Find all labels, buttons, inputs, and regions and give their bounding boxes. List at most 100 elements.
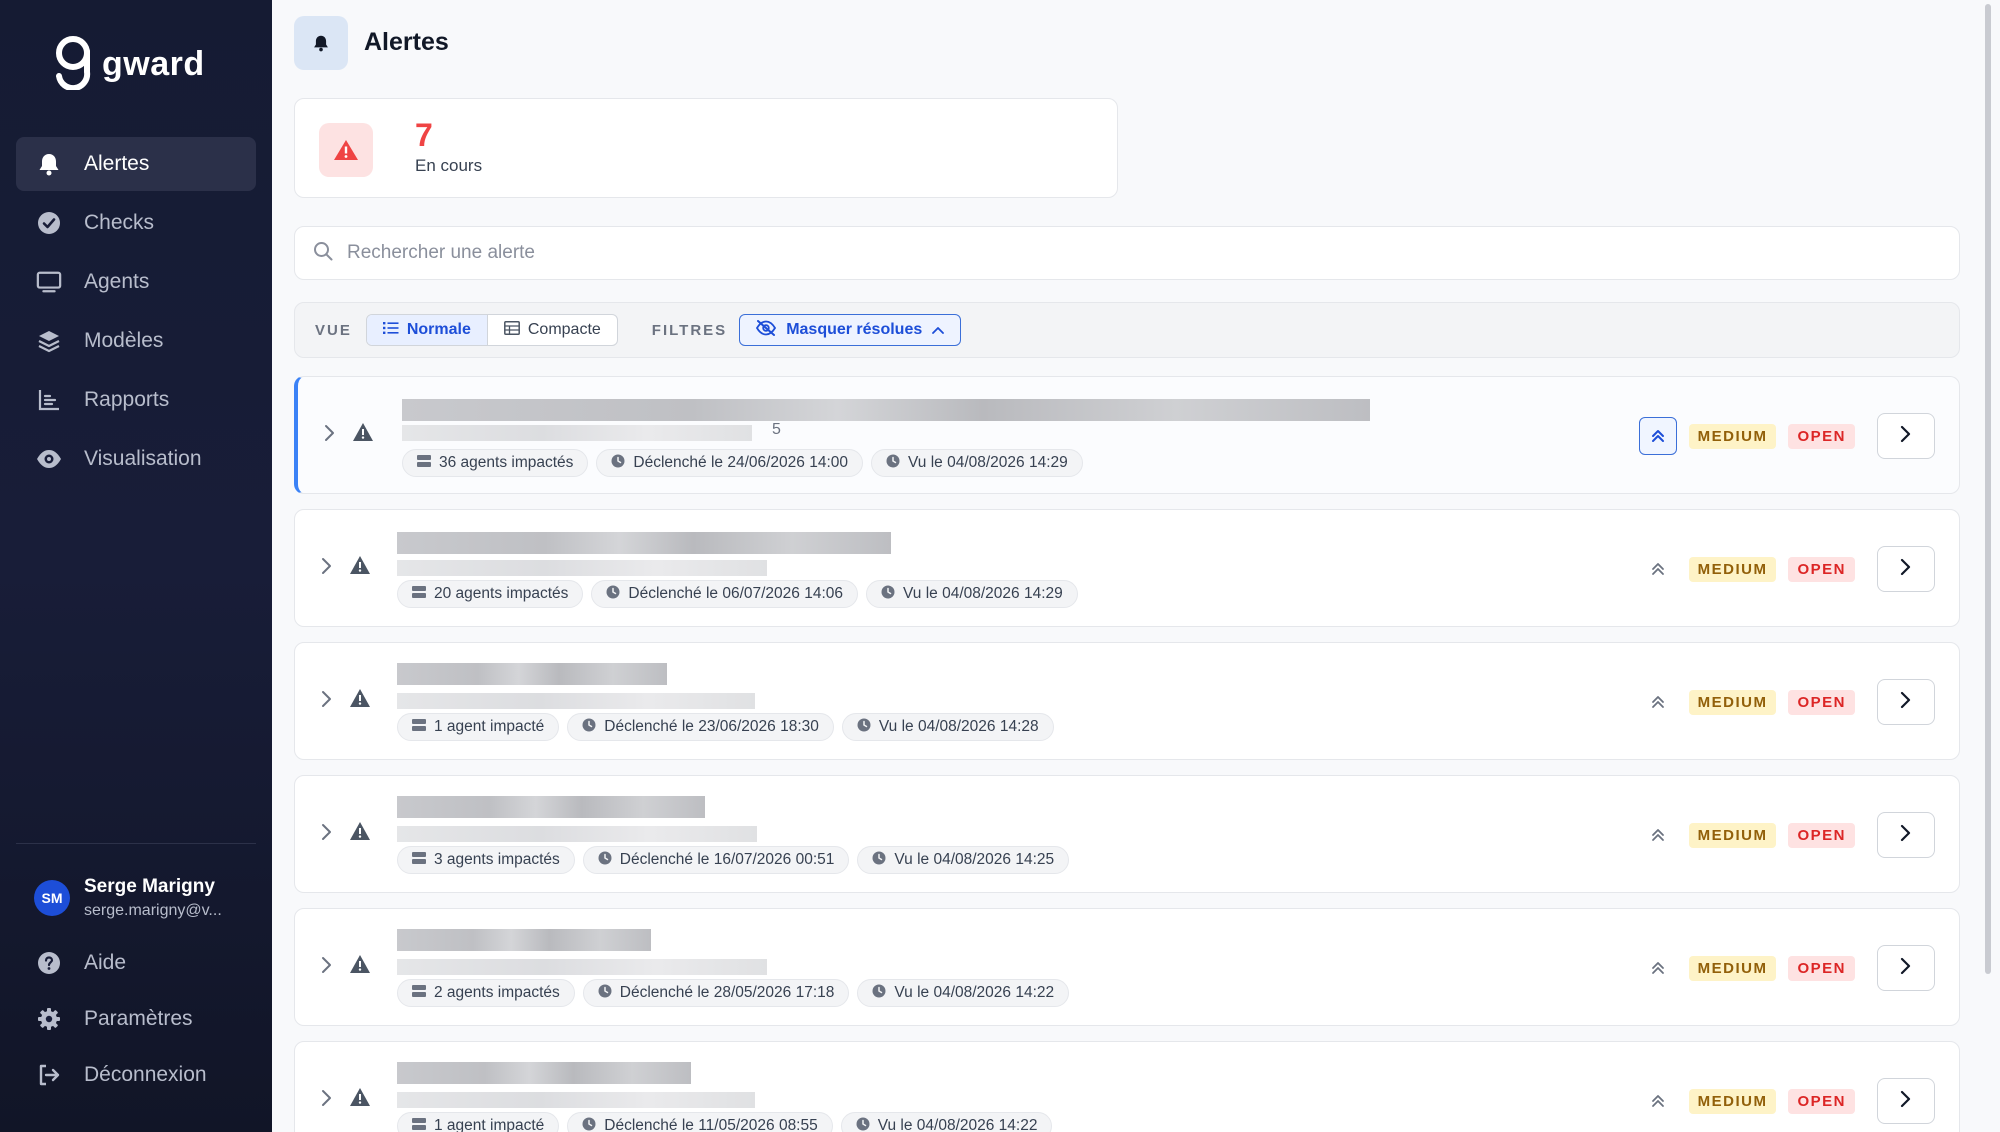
seen-pill: Vu le 04/08/2026 14:29 (871, 449, 1083, 477)
view-compact-button[interactable]: Compacte (488, 315, 617, 345)
chevron-right-icon[interactable] (321, 1088, 333, 1113)
help-circle-icon (36, 950, 62, 976)
triggered-pill: Déclenché le 06/07/2026 14:06 (591, 580, 859, 608)
redacted-title (397, 1062, 691, 1084)
redacted-title (402, 399, 1370, 421)
warning-icon (349, 954, 371, 979)
chevrons-up-icon[interactable] (1639, 949, 1677, 987)
triggered-date: Déclenché le 24/06/2026 14:00 (633, 454, 849, 471)
sidebar-item-agents[interactable]: Agents (16, 255, 256, 309)
seen-pill: Vu le 04/08/2026 14:29 (866, 580, 1078, 608)
warning-icon (349, 821, 371, 846)
chevrons-up-icon[interactable] (1639, 1082, 1677, 1120)
alert-card[interactable]: 3 agents impactés Déclenché le 16/07/202… (294, 775, 1960, 893)
clock-icon (582, 718, 596, 737)
view-normal-button[interactable]: Normale (366, 315, 488, 345)
stat-card-open-alerts: 7 En cours (294, 98, 1118, 198)
sidebar-item-parametres[interactable]: Paramètres (16, 993, 256, 1045)
alert-actions: MEDIUM OPEN (1639, 1078, 1935, 1124)
chevron-up-icon (932, 321, 945, 339)
chevron-right-icon (1900, 823, 1912, 848)
open-alert-button[interactable] (1877, 945, 1935, 991)
alert-meta: 1 agent impacté Déclenché le 11/05/2026 … (397, 1112, 1053, 1132)
chevron-right-icon (1900, 557, 1912, 582)
open-alert-button[interactable] (1877, 679, 1935, 725)
clock-icon (598, 851, 612, 870)
subtitle-fragment: 5 (772, 421, 781, 438)
page-scrollbar[interactable] (1982, 0, 1994, 1132)
triggered-pill: Déclenché le 16/07/2026 00:51 (582, 846, 850, 874)
chevron-right-icon[interactable] (324, 423, 336, 448)
alert-list: 5 36 agents impactés Déclenché le 24/06/… (294, 376, 1960, 1132)
alert-meta: 2 agents impactés Déclenché le 28/05/202… (397, 979, 1070, 1007)
open-alert-button[interactable] (1877, 413, 1935, 459)
alert-meta: 1 agent impacté Déclenché le 23/06/2026 … (397, 713, 1054, 741)
chevrons-up-icon[interactable] (1638, 417, 1677, 455)
redacted-subtitle (397, 826, 757, 842)
hide-resolved-label: Masquer résolues (786, 321, 923, 338)
user-profile[interactable]: SM Serge Marigny serge.marigny@v... (34, 876, 222, 920)
seen-pill: Vu le 04/08/2026 14:22 (840, 1112, 1053, 1132)
clock-icon (872, 984, 886, 1003)
agents-pill: 2 agents impactés (397, 979, 575, 1007)
check-circle-icon (36, 210, 62, 236)
warning-icon (352, 422, 374, 447)
sidebar-item-aide[interactable]: Aide (16, 937, 256, 989)
sidebar-item-modeles[interactable]: Modèles (16, 314, 256, 368)
agents-pill: 20 agents impactés (397, 580, 584, 608)
sidebar: gward Alertes Checks Agents Modèles Rapp… (0, 0, 272, 1132)
chevron-right-icon[interactable] (321, 689, 333, 714)
agents-pill: 1 agent impacté (397, 1112, 560, 1132)
alert-card[interactable]: 2 agents impactés Déclenché le 28/05/202… (294, 908, 1960, 1026)
sidebar-item-checks[interactable]: Checks (16, 196, 256, 250)
triggered-date: Déclenché le 11/05/2026 08:55 (604, 1117, 818, 1132)
bottom-nav: Aide Paramètres Déconnexion (16, 937, 256, 1105)
open-alert-button[interactable] (1877, 546, 1935, 592)
open-alert-button[interactable] (1877, 1078, 1935, 1124)
alert-meta: 3 agents impactés Déclenché le 16/07/202… (397, 846, 1070, 874)
hide-resolved-filter-button[interactable]: Masquer résolues (739, 314, 962, 346)
server-icon (412, 585, 426, 603)
search-input[interactable] (347, 242, 1747, 264)
status-badge: OPEN (1788, 556, 1855, 582)
warning-icon (319, 123, 373, 177)
redacted-title (397, 532, 891, 554)
chevron-right-icon[interactable] (321, 556, 333, 581)
open-alert-button[interactable] (1877, 812, 1935, 858)
sidebar-item-deconnexion[interactable]: Déconnexion (16, 1049, 256, 1101)
clock-icon (857, 718, 871, 737)
agents-count: 2 agents impactés (434, 984, 560, 1001)
sidebar-item-label: Alertes (84, 152, 150, 175)
triggered-date: Déclenché le 06/07/2026 14:06 (628, 585, 844, 602)
filters-label: FILTRES (651, 321, 728, 339)
triggered-pill: Déclenché le 28/05/2026 17:18 (582, 979, 850, 1007)
app-logo[interactable]: gward (52, 34, 205, 95)
chevrons-up-icon[interactable] (1639, 816, 1677, 854)
layers-icon (36, 328, 62, 354)
seen-date: Vu le 04/08/2026 14:29 (908, 454, 1068, 471)
redacted-subtitle (397, 560, 767, 576)
sidebar-item-rapports[interactable]: Rapports (16, 373, 256, 427)
alert-card[interactable]: 1 agent impacté Déclenché le 11/05/2026 … (294, 1041, 1960, 1132)
scrollbar-thumb[interactable] (1985, 4, 1991, 974)
alert-card[interactable]: 20 agents impactés Déclenché le 06/07/20… (294, 509, 1960, 627)
chevrons-up-icon[interactable] (1639, 683, 1677, 721)
chevron-right-icon[interactable] (321, 955, 333, 980)
logout-icon (36, 1062, 62, 1088)
chevrons-up-icon[interactable] (1639, 550, 1677, 588)
alert-card[interactable]: 5 36 agents impactés Déclenché le 24/06/… (294, 376, 1960, 494)
alert-card[interactable]: 1 agent impacté Déclenché le 23/06/2026 … (294, 642, 1960, 760)
chevron-right-icon (1900, 956, 1912, 981)
chevron-right-icon[interactable] (321, 822, 333, 847)
search-icon (313, 241, 333, 266)
sidebar-item-label: Checks (84, 211, 155, 234)
triggered-pill: Déclenché le 23/06/2026 18:30 (567, 713, 834, 741)
redacted-title (397, 929, 651, 951)
triggered-pill: Déclenché le 24/06/2026 14:00 (596, 449, 864, 477)
view-compact-label: Compacte (527, 321, 601, 338)
alert-actions: MEDIUM OPEN (1639, 679, 1935, 725)
sidebar-item-alertes[interactable]: Alertes (16, 137, 256, 191)
sidebar-item-visualisation[interactable]: Visualisation (16, 432, 256, 486)
clock-icon (872, 851, 886, 870)
seen-date: Vu le 04/08/2026 14:29 (903, 585, 1063, 602)
